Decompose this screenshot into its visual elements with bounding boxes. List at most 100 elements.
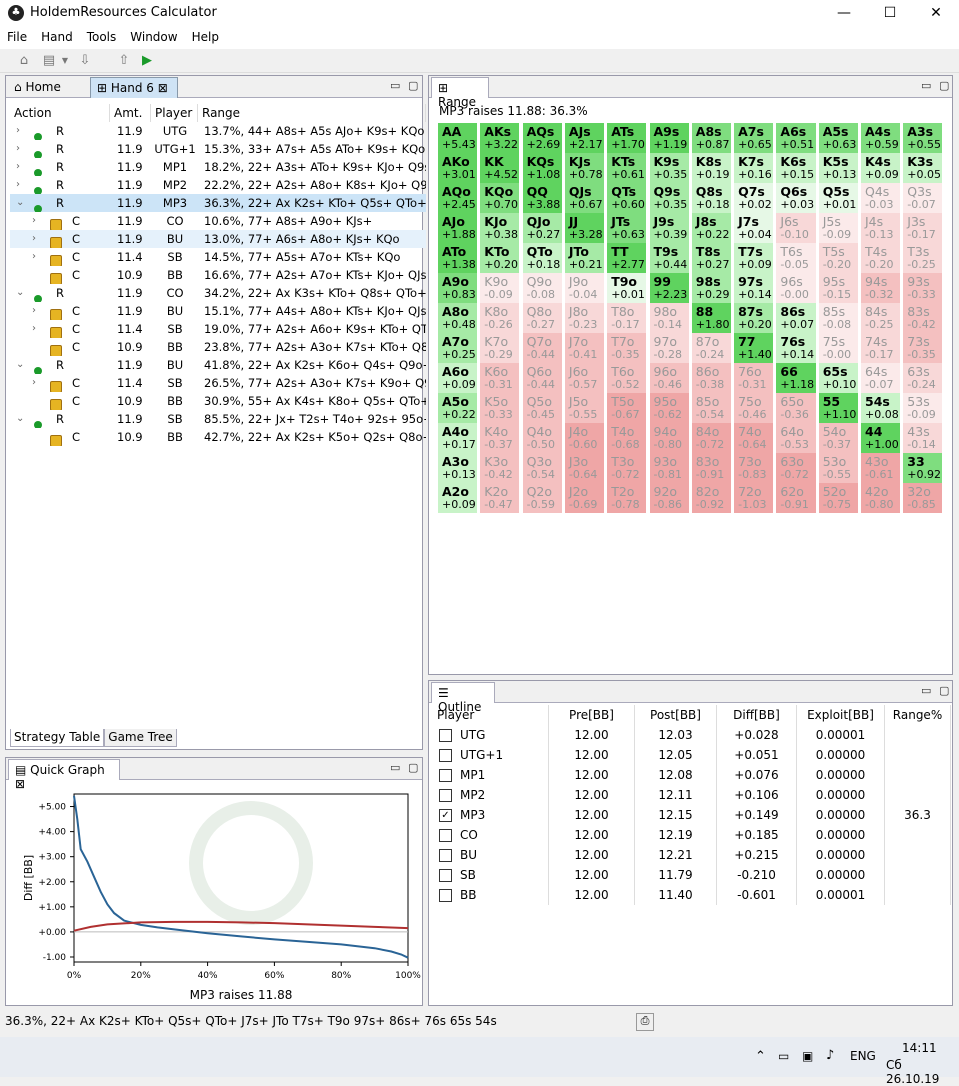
table-row[interactable]: ⌄ R 11.9 CO 34.2%, 22+ Ax K3s+ KTo+ Q8s+ QTo…	[10, 284, 426, 302]
range-cell-K3o[interactable]: K3o -0.42	[480, 453, 520, 483]
column-header-action[interactable]: Action	[10, 104, 110, 122]
range-cell-J5o[interactable]: J5o -0.55	[564, 393, 605, 423]
range-cell-97s[interactable]: 97s +0.14	[734, 273, 774, 303]
range-cell-96s[interactable]: 96s -0.00	[776, 273, 816, 303]
player-checkbox[interactable]	[439, 889, 452, 902]
range-cell-K6s[interactable]: K6s +0.15	[776, 153, 816, 183]
close-button[interactable]: ✕	[913, 0, 959, 27]
collapse-icon[interactable]: ⌄	[16, 356, 24, 374]
collapse-icon[interactable]: ⌄	[16, 194, 24, 212]
range-cell-98o[interactable]: 98o -0.14	[649, 303, 689, 333]
range-cell-33[interactable]: 33 +0.92	[903, 453, 943, 483]
range-cell-Q9o[interactable]: Q9o -0.08	[522, 273, 562, 303]
range-cell-T3o[interactable]: T3o -0.72	[607, 453, 647, 483]
range-cell-95o[interactable]: 95o -0.62	[649, 393, 689, 423]
column-header-player[interactable]: Player	[151, 104, 198, 122]
range-cell-Q6o[interactable]: Q6o -0.44	[522, 363, 562, 393]
range-cell-52o[interactable]: 52o -0.75	[818, 483, 858, 513]
tab-home[interactable]: ⌂ Home	[8, 77, 88, 98]
run-icon[interactable]: ▶	[138, 52, 156, 70]
maximize-view-icon[interactable]: ▢	[939, 684, 949, 697]
range-cell-T6s[interactable]: T6s -0.05	[776, 243, 816, 273]
range-cell-A7o[interactable]: A7o +0.25	[438, 333, 478, 363]
range-cell-Q5s[interactable]: Q5s +0.01	[818, 183, 858, 213]
range-cell-J7o[interactable]: J7o -0.41	[564, 333, 605, 363]
range-cell-86o[interactable]: 86o -0.38	[691, 363, 731, 393]
range-cell-72o[interactable]: 72o -1.03	[734, 483, 774, 513]
range-cell-J3s[interactable]: J3s -0.17	[903, 213, 943, 243]
range-cell-Q9s[interactable]: Q9s +0.35	[649, 183, 689, 213]
range-cell-Q7o[interactable]: Q7o -0.44	[522, 333, 562, 363]
range-cell-74o[interactable]: 74o -0.64	[734, 423, 774, 453]
range-cell-A6o[interactable]: A6o +0.09	[438, 363, 478, 393]
range-cell-A4s[interactable]: A4s +0.59	[861, 123, 901, 153]
range-cell-54o[interactable]: 54o -0.37	[818, 423, 858, 453]
column-header-diffbb[interactable]: Diff[BB]	[717, 705, 797, 725]
range-cell-74s[interactable]: 74s -0.17	[861, 333, 901, 363]
player-checkbox[interactable]	[439, 869, 452, 882]
range-cell-Q5o[interactable]: Q5o -0.45	[522, 393, 562, 423]
minimize-view-icon[interactable]: ▭	[390, 79, 400, 92]
menu-item-hand[interactable]: Hand	[34, 27, 80, 47]
range-cell-T5s[interactable]: T5s -0.20	[818, 243, 858, 273]
table-row[interactable]: ⌄ R 11.9 MP3 36.3%, 22+ Ax K2s+ KTo+ Q5s+ QT…	[10, 194, 426, 212]
table-row[interactable]: C 10.9 BB 16.6%, 77+ A2s+ A7o+ KTs+ KJo+ QJ…	[10, 266, 426, 284]
tab-strategy-table[interactable]: Strategy Table	[10, 729, 105, 747]
range-cell-95s[interactable]: 95s -0.15	[818, 273, 858, 303]
range-cell-ATo[interactable]: ATo +1.38	[438, 243, 478, 273]
table-row[interactable]: › C 11.4 SB 19.0%, 77+ A2s+ A6o+ K9s+ KTo+ Q…	[10, 320, 426, 338]
range-cell-A7s[interactable]: A7s +0.65	[734, 123, 774, 153]
range-cell-J8s[interactable]: J8s +0.22	[691, 213, 731, 243]
tab-range[interactable]: ⊞ Range	[431, 77, 489, 109]
range-cell-AJo[interactable]: AJo +1.88	[438, 213, 478, 243]
range-cell-63s[interactable]: 63s -0.24	[903, 363, 943, 393]
expand-icon[interactable]: ›	[32, 320, 36, 338]
menu-item-help[interactable]: Help	[185, 27, 226, 47]
range-cell-A4o[interactable]: A4o +0.17	[438, 423, 478, 453]
range-cell-63o[interactable]: 63o -0.72	[776, 453, 816, 483]
range-cell-K5o[interactable]: K5o -0.33	[480, 393, 520, 423]
maximize-button[interactable]: ☐	[867, 0, 913, 27]
range-cell-KTo[interactable]: KTo +0.20	[480, 243, 520, 273]
tab-outline[interactable]: ☰ Outline	[431, 682, 495, 714]
range-cell-T3s[interactable]: T3s -0.25	[903, 243, 943, 273]
table-row[interactable]: › C 11.9 CO 10.6%, 77+ A8s+ A9o+ KJs+	[10, 212, 426, 230]
range-cell-83s[interactable]: 83s -0.42	[903, 303, 943, 333]
range-cell-73o[interactable]: 73o -0.83	[734, 453, 774, 483]
range-cell-53s[interactable]: 53s -0.09	[903, 393, 943, 423]
range-cell-TT[interactable]: TT +2.77	[607, 243, 647, 273]
range-cell-QTs[interactable]: QTs +0.60	[607, 183, 647, 213]
range-cell-87o[interactable]: 87o -0.24	[691, 333, 731, 363]
range-cell-Q6s[interactable]: Q6s +0.03	[776, 183, 816, 213]
range-cell-J6o[interactable]: J6o -0.57	[564, 363, 605, 393]
player-checkbox[interactable]	[439, 769, 452, 782]
range-cell-Q7s[interactable]: Q7s +0.02	[734, 183, 774, 213]
range-cell-KQo[interactable]: KQo +0.70	[480, 183, 520, 213]
expand-icon[interactable]: ›	[16, 122, 20, 140]
range-cell-Q4s[interactable]: Q4s -0.03	[861, 183, 901, 213]
range-cell-J2o[interactable]: J2o -0.69	[564, 483, 605, 513]
range-cell-T9o[interactable]: T9o +0.01	[607, 273, 647, 303]
range-cell-44[interactable]: 44 +1.00	[861, 423, 901, 453]
range-cell-K4s[interactable]: K4s +0.09	[861, 153, 901, 183]
expand-icon[interactable]: ›	[32, 302, 36, 320]
maximize-view-icon[interactable]: ▢	[408, 761, 418, 774]
range-cell-AQo[interactable]: AQo +2.45	[438, 183, 478, 213]
range-cell-KJs[interactable]: KJs +0.78	[564, 153, 605, 183]
table-row[interactable]: ⌄ R 11.9 BU 41.8%, 22+ Ax K2s+ K6o+ Q4s+ Q9o…	[10, 356, 426, 374]
range-cell-77[interactable]: 77 +1.40	[734, 333, 774, 363]
range-cell-T8o[interactable]: T8o -0.17	[607, 303, 647, 333]
range-cell-J3o[interactable]: J3o -0.64	[564, 453, 605, 483]
menu-item-tools[interactable]: Tools	[80, 27, 124, 47]
expand-icon[interactable]: ›	[16, 140, 20, 158]
expand-icon[interactable]: ›	[32, 230, 36, 248]
range-cell-T4s[interactable]: T4s -0.20	[861, 243, 901, 273]
table-row[interactable]: ⌄ R 11.9 SB 85.5%, 22+ Jx+ T2s+ T4o+ 92s+ 95…	[10, 410, 426, 428]
range-cell-75o[interactable]: 75o -0.46	[734, 393, 774, 423]
table-row[interactable]: › C 11.4 SB 26.5%, 77+ A2s+ A3o+ K7s+ K9o+ Q…	[10, 374, 426, 392]
range-cell-86s[interactable]: 86s +0.07	[776, 303, 816, 333]
volume-icon[interactable]: ♪	[826, 1048, 834, 1063]
table-row[interactable]: C 10.9 BB 30.9%, 55+ Ax K4s+ K8o+ Q5s+ QTo+…	[10, 392, 426, 410]
table-row[interactable]: › R 11.9 MP2 22.2%, 22+ A2s+ A8o+ K8s+ KJo+ …	[10, 176, 426, 194]
range-cell-A8o[interactable]: A8o +0.48	[438, 303, 478, 333]
